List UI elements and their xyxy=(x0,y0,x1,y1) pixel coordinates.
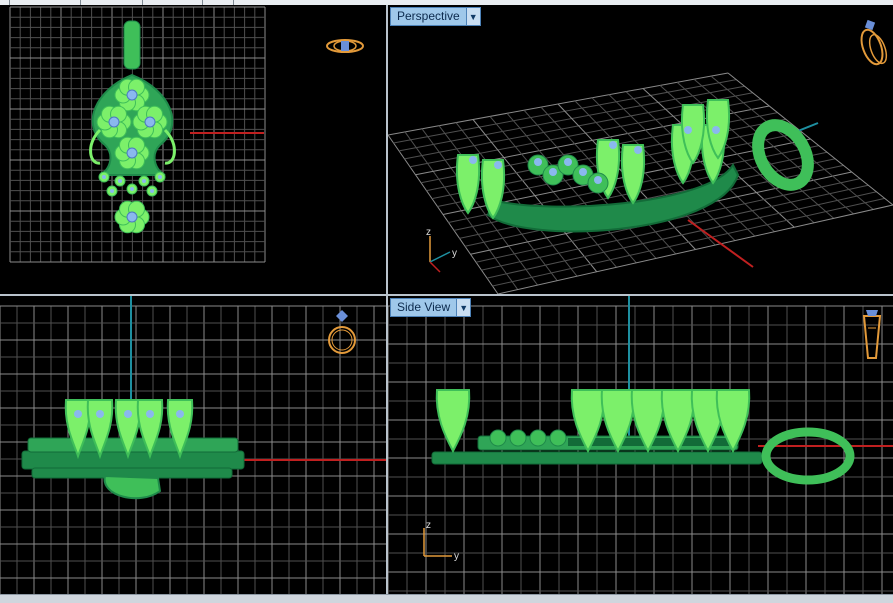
gemstone xyxy=(594,176,602,184)
gemstone xyxy=(549,168,557,176)
gemstone xyxy=(124,410,132,418)
axis-gizmo: z y xyxy=(423,520,459,562)
x-axis-line xyxy=(687,219,754,268)
gemstone xyxy=(469,156,477,164)
top-viewport-canvas[interactable] xyxy=(0,5,386,294)
view-label-text: Perspective xyxy=(397,9,460,23)
flower xyxy=(132,105,168,139)
perspective-viewport-canvas[interactable]: z y xyxy=(388,5,893,294)
flower-head xyxy=(549,429,567,447)
view-cube-front[interactable] xyxy=(328,310,356,354)
axis-z-label: z xyxy=(426,520,431,531)
view-cube-perspective[interactable] xyxy=(857,19,889,67)
gemstone xyxy=(534,158,542,166)
side-viewport[interactable]: z y Side View ▼ xyxy=(388,296,893,594)
perspective-view-label[interactable]: Perspective ▼ xyxy=(390,7,481,26)
axis-gizmo: z y xyxy=(426,227,457,273)
view-label-text: Side View xyxy=(397,300,451,314)
flower xyxy=(114,200,150,234)
flower xyxy=(114,136,150,170)
flower-head xyxy=(509,429,527,447)
perspective-viewport[interactable]: z y Perspective ▼ xyxy=(388,5,893,294)
flower-cup xyxy=(456,154,480,215)
gemstone xyxy=(684,126,692,134)
axis-z-label: z xyxy=(426,227,431,238)
gemstone xyxy=(74,410,82,418)
gemstone xyxy=(609,141,617,149)
gemstone xyxy=(634,146,642,154)
gemstone xyxy=(564,158,572,166)
top-viewport[interactable] xyxy=(0,5,386,294)
flower xyxy=(96,105,132,139)
side-viewport-canvas[interactable]: z y xyxy=(388,296,893,594)
gemstone xyxy=(579,168,587,176)
flower-head xyxy=(489,429,507,447)
gemstone xyxy=(494,161,502,169)
side-view-label[interactable]: Side View ▼ xyxy=(390,298,472,317)
gemstone xyxy=(712,126,720,134)
chevron-down-icon[interactable]: ▼ xyxy=(465,8,480,25)
axis-y-label: y xyxy=(454,551,459,562)
view-cube-top[interactable] xyxy=(326,39,364,53)
front-viewport[interactable] xyxy=(0,296,386,594)
gemstone xyxy=(176,410,184,418)
pendant-model-front xyxy=(21,399,245,500)
view-cube-side[interactable] xyxy=(862,310,882,359)
flower-head xyxy=(529,429,547,447)
bail xyxy=(123,20,141,70)
gemstone xyxy=(146,410,154,418)
chevron-down-icon[interactable]: ▼ xyxy=(456,299,471,316)
axis-y-label: y xyxy=(452,248,457,259)
gemstone xyxy=(96,410,104,418)
front-viewport-canvas[interactable] xyxy=(0,296,386,594)
